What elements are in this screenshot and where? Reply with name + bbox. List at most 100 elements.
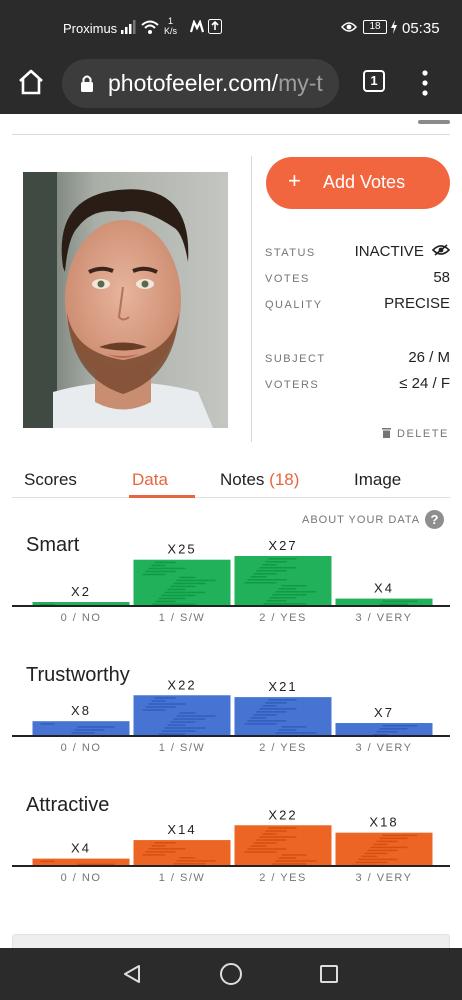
bar-texture [268,558,297,560]
visibility-off-icon[interactable] [431,244,451,256]
category-label: 1 / S/W [159,872,206,884]
bar-count-label: X8 [71,703,91,718]
vertical-divider [251,156,252,442]
bar-texture [278,857,297,859]
bar-texture [382,834,418,837]
bar-texture [370,846,408,849]
bar-texture [278,729,297,731]
bar-texture [281,854,307,856]
profile-photo[interactable] [23,172,228,428]
quality-row: QUALITY PRECISE [265,295,450,315]
add-votes-button[interactable]: + Add Votes [266,157,450,209]
bar-count-label: X21 [268,679,297,694]
bar-texture [256,711,287,713]
bar-texture [170,585,196,588]
overflow-menu-icon[interactable] [420,70,430,96]
bar-count-label: X22 [268,807,297,822]
bar-texture [250,717,267,719]
active-tab-indicator [129,495,195,498]
bar-texture [152,603,196,606]
bar-count-label: X7 [374,705,394,720]
notes-count: (18) [269,470,300,489]
bar-texture [155,600,176,603]
bar-texture [247,720,287,722]
network-speed: 1 K/s [164,16,177,36]
votes-row: VOTES 58 [265,269,450,289]
home-icon[interactable] [17,68,45,96]
delete-button[interactable]: DELETE [382,428,449,440]
about-your-data-link[interactable]: ABOUT YOUR DATA [302,514,420,526]
speed-value: 1 [168,16,174,26]
bar-texture [268,827,297,829]
bar-texture [161,730,196,732]
bar-count-label: X14 [167,822,196,837]
back-icon[interactable] [122,964,142,984]
bar-texture [263,603,307,605]
bar-texture [151,845,166,847]
url-text: photofeeler.com/my-t [108,70,323,97]
tab-notes[interactable]: Notes (18) [220,470,299,490]
recent-apps-icon[interactable] [320,965,338,983]
help-icon[interactable]: ? [425,510,444,529]
tab-scores[interactable]: Scores [24,470,77,490]
category-label: 3 / VERY [355,872,412,884]
bar-texture [161,594,196,597]
bar-texture [272,594,307,596]
bar-texture [250,576,267,578]
quality-value: PRECISE [384,295,450,312]
upload-icon [208,19,222,34]
votes-label: VOTES [265,273,310,285]
chart-svg: X8 0 / NO X22 1 / S/W X21 2 / YES X7 3 / VERY [12,677,450,754]
bar-count-label: X18 [369,815,398,830]
bar-texture [164,727,206,729]
bar-texture [281,726,307,728]
category-label: 1 / S/W [159,742,206,754]
category-label: 1 / S/W [159,612,206,624]
chart-smart: X2 0 / NO X25 1 / S/W X27 2 / YES X4 3 / VERY [12,538,450,646]
eye-icon [341,22,357,32]
status-bar: Proximus 1 K/s 18 05:35 [0,0,462,56]
portrait-image [23,172,228,428]
tab-data[interactable]: Data [132,470,168,490]
bar-texture [275,732,317,734]
home-nav-icon[interactable] [220,963,242,985]
category-label: 2 / YES [259,612,307,624]
bar-texture [154,842,176,844]
bar-texture [265,830,287,832]
bar-count-label: X2 [71,584,91,599]
bar-texture [167,588,186,591]
charging-icon [391,20,397,34]
bar-texture [247,579,287,581]
scroll-handle[interactable] [418,120,450,124]
bar-texture [256,839,287,841]
voters-label: VOTERS [265,379,320,391]
bar-texture [158,597,186,600]
trash-icon [382,428,391,438]
voters-row: VOTERS ≤ 24 / F [265,375,450,395]
bar-texture [145,570,176,573]
bar-texture [376,731,398,733]
bar-texture [148,567,186,570]
carrier-name: Proximus [63,21,118,36]
bar[interactable] [133,840,231,866]
tab-switcher-button[interactable]: 1 [363,70,385,92]
tab-bar: Scores Data Notes (18) Image [12,462,450,498]
bar-texture [265,561,287,563]
bar-texture [154,697,176,699]
system-nav-bar [0,948,462,1000]
wifi-icon [141,20,159,34]
bar-texture [379,837,408,840]
tab-image[interactable]: Image [354,470,401,490]
address-bar[interactable]: photofeeler.com/my-t [62,59,339,108]
bar-texture [173,582,206,585]
status-row: STATUS INACTIVE [265,243,451,263]
bar-texture [259,708,297,710]
category-label: 0 / NO [61,742,102,754]
category-label: 3 / VERY [355,612,412,624]
speed-unit: K/s [164,26,178,36]
bar-texture [364,852,388,855]
bar-texture [253,714,277,716]
bar-texture [367,849,398,852]
bar-texture [142,854,166,856]
bar-texture [158,733,186,735]
